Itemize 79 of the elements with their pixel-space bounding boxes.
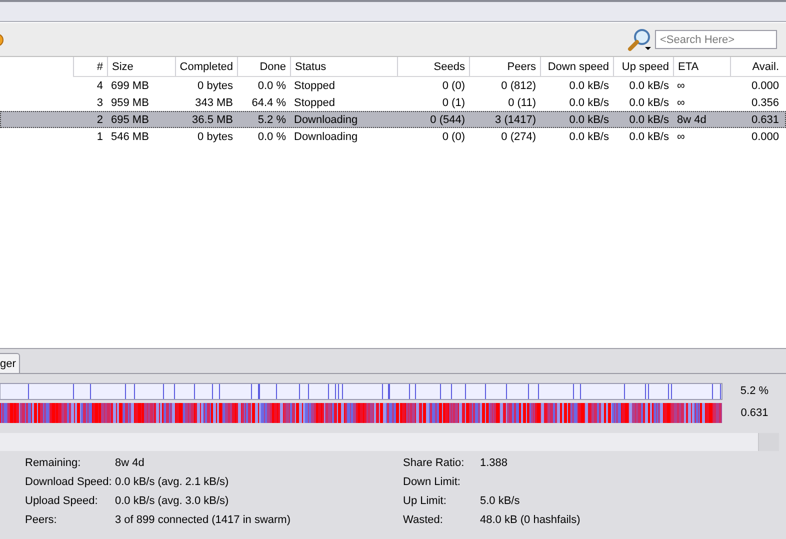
column-header[interactable]: Seeds (397, 57, 469, 76)
info-value: 0.0 kB/s (avg. 3.0 kB/s) (115, 494, 230, 508)
info-label: Remaining: (25, 456, 82, 470)
availability-text: 0.631 (740, 407, 770, 419)
info-label: Peers: (25, 513, 58, 527)
column-header[interactable]: Completed (175, 57, 237, 76)
info-label: Share Ratio: (403, 456, 466, 470)
table-cell-text: 0.0 kB/s (568, 130, 610, 144)
info-value: 8w 4d (115, 456, 146, 470)
table-cell-text: 959 MB (110, 96, 150, 110)
table-cell-text: Downloading (293, 130, 359, 144)
table-cell-text: 4 (96, 78, 104, 94)
table-cell-text: 0 (544) (429, 112, 466, 128)
info-label: Upload Speed: (25, 494, 99, 508)
percent-done-text: 5.2 % (739, 385, 770, 397)
table-cell-text: ∞ (676, 130, 686, 144)
table-cell-text: 546 MB (110, 130, 150, 144)
column-header[interactable]: ETA (673, 57, 730, 76)
table-cell-text: 0.0 kB/s (568, 78, 610, 94)
table-cell-text: 0.000 (750, 130, 780, 144)
table-cell-text: 0.631 (750, 112, 780, 128)
table-cell-text: 0 (1) (441, 96, 466, 110)
table-row[interactable]: 2 695 MB 36.5 MB 5.2 % Downloading 0 (544) 3 (1417) 0.0 kB/s 0.0 kB/s 8w 4d 0.631 (0, 111, 786, 128)
table-cell-text: 0 (812) (500, 78, 537, 94)
info-value: 3 of 899 connected (1417 in swarm) (115, 513, 292, 527)
column-header[interactable]: Size (107, 57, 175, 76)
table-cell-text: Stopped (293, 78, 336, 94)
column-header[interactable]: # (73, 57, 107, 76)
column-header[interactable]: Status (290, 57, 397, 76)
column-header[interactable]: Peers (469, 57, 540, 76)
table-cell-text: 0.0 kB/s (628, 130, 670, 144)
info-label: Up Limit: (403, 494, 448, 508)
info-label: Wasted: (403, 513, 444, 527)
table-cell-text: 64.4 % (250, 96, 287, 110)
table-cell-text: 0.0 % (256, 78, 287, 94)
info-label: Download Speed: (25, 475, 113, 489)
table-cell-text: 343 MB (194, 96, 234, 110)
table-row[interactable]: 4 699 MB 0 bytes 0.0 % Stopped 0 (0) 0 (812) 0.0 kB/s 0.0 kB/s ∞ 0.000 (0, 77, 786, 94)
table-cell-text: 0.356 (750, 96, 780, 110)
table-cell-text: 0 (11) (507, 96, 537, 110)
table-cell-text: 0.000 (750, 78, 780, 94)
detail-tab[interactable]: ger (0, 353, 20, 373)
column-header[interactable]: Avail. (730, 57, 783, 76)
table-cell-text: 0 bytes (196, 130, 234, 144)
table-cell-text: ∞ (676, 78, 686, 94)
info-value: 5.0 kB/s (480, 494, 521, 508)
table-cell-text: 0.0 % (256, 130, 287, 144)
table-cell-text: 0 (274) (500, 130, 537, 144)
column-header[interactable]: Done (237, 57, 290, 76)
table-cell-text: 3 (96, 96, 104, 110)
search-field[interactable]: <Search Here> (655, 30, 777, 49)
table-cell-text: 0.0 kB/s (568, 96, 610, 110)
search-icon[interactable] (627, 28, 653, 52)
table-cell-text: 36.5 MB (191, 112, 234, 128)
table-cell-text: 699 MB (110, 78, 150, 94)
table-cell-text: 0 bytes (196, 78, 234, 94)
info-value: 1.388 (480, 456, 509, 470)
table-cell-text: 5.2 % (256, 112, 287, 128)
table-cell-text: Downloading (293, 112, 359, 128)
table-cell-text: 8w 4d (676, 112, 708, 128)
column-header[interactable]: Down speed (540, 57, 613, 76)
table-cell-text: 0 (0) (441, 78, 466, 94)
table-cell-text: 3 (1417) (494, 112, 537, 128)
info-label: Down Limit: (403, 475, 462, 489)
table-cell-text: ∞ (676, 96, 686, 110)
table-row[interactable]: 1 546 MB 0 bytes 0.0 % Downloading 0 (0) 0 (274) 0.0 kB/s 0.0 kB/s ∞ 0.000 (0, 128, 786, 145)
table-cell-text: 695 MB (110, 112, 150, 128)
info-value: 48.0 kB (0 hashfails) (480, 513, 582, 527)
table-cell-text: 0.0 kB/s (568, 112, 610, 128)
column-header[interactable]: Up speed (613, 57, 673, 76)
table-cell-text: 0 (0) (441, 130, 466, 144)
table-cell-text: Stopped (293, 96, 336, 110)
table-cell-text: 2 (96, 112, 104, 128)
table-cell-text: 0.0 kB/s (628, 78, 670, 94)
info-value: 0.0 kB/s (avg. 2.1 kB/s) (115, 475, 230, 489)
table-cell-text: 1 (96, 130, 104, 144)
table-row[interactable]: 3 959 MB 343 MB 64.4 % Stopped 0 (1) 0 (11) 0.0 kB/s 0.0 kB/s ∞ 0.356 (0, 94, 786, 111)
table-cell-text: 0.0 kB/s (628, 112, 670, 128)
table-cell-text: 0.0 kB/s (628, 96, 670, 110)
